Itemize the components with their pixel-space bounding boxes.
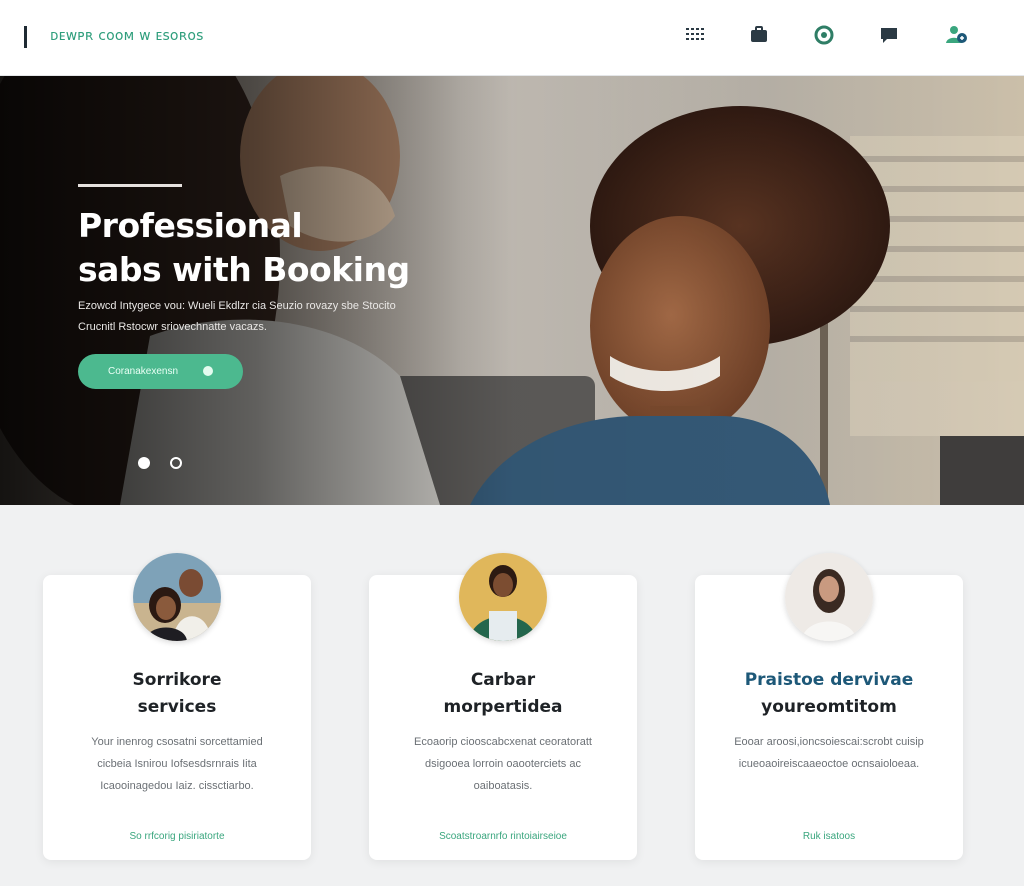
grid-menu-icon[interactable] xyxy=(682,22,708,48)
card-link[interactable]: Ruk isatoos xyxy=(695,831,963,842)
card-description: Ecoaorip ciooscabcxenat ceoratoratt dsig… xyxy=(414,736,592,792)
arrow-icon xyxy=(203,366,213,376)
site-header: ᴅᴇᴡᴘʀ ᴄᴏᴏᴍ ᴡ ᴇsᴏʀᴏs xyxy=(0,0,1024,76)
card-title-line1: Praistoe dervivae xyxy=(744,670,914,690)
settings-icon[interactable] xyxy=(811,22,837,48)
hero-title-line2: sabs with Booking xyxy=(78,250,410,289)
hero-title: Professional sabs with Booking xyxy=(78,204,410,292)
hero-banner: Professional sabs with Booking Ezowcd In… xyxy=(0,76,1024,505)
service-avatar-1 xyxy=(133,553,221,641)
card-title-line1: Sorrikore xyxy=(132,670,222,690)
hero-divider xyxy=(78,184,182,187)
card-title: Praistoe dervivae youreomtitom xyxy=(695,667,963,721)
slide-dot-2[interactable] xyxy=(170,457,182,469)
service-avatar-3 xyxy=(785,553,873,641)
hero-subtitle-line1: Ezowcd Intygece vou: Wueli Ekdlzr cia Se… xyxy=(78,300,396,312)
briefcase-icon[interactable] xyxy=(746,22,772,48)
hero-subtitle: Ezowcd Intygece vou: Wueli Ekdlzr cia Se… xyxy=(78,296,428,338)
chat-icon[interactable] xyxy=(876,22,902,48)
profile-icon[interactable] xyxy=(942,22,968,48)
hero-subtitle-line2: Crucnitl Rstocwr sriovechnatte vacazs. xyxy=(78,321,267,333)
book-now-button[interactable]: Coranakexensn xyxy=(78,354,243,389)
service-avatar-2 xyxy=(459,553,547,641)
card-title-line2: morpertidea xyxy=(443,697,563,717)
card-link[interactable]: So rrfcorig pisiriatorte xyxy=(43,831,311,842)
book-now-label: Coranakexensn xyxy=(108,366,179,377)
card-title-line2: services xyxy=(137,697,217,717)
brand-logo[interactable]: ᴅᴇᴡᴘʀ ᴄᴏᴏᴍ ᴡ ᴇsᴏʀᴏs xyxy=(50,28,204,44)
card-link[interactable]: Scoatstroarnrfo rintoiairseioe xyxy=(369,831,637,842)
brand-bar xyxy=(24,26,27,48)
card-title: Carbar morpertidea xyxy=(369,667,637,721)
card-title-line1: Carbar xyxy=(470,670,536,690)
card-title: Sorrikore services xyxy=(43,667,311,721)
card-description: Your inenrog csosatni sorcettamied cicbe… xyxy=(91,736,263,792)
slide-dot-1[interactable] xyxy=(138,457,150,469)
card-description: Eooar aroosi,ioncsoiescai:scrobt cuisip … xyxy=(734,736,924,770)
card-title-line2: youreomtitom xyxy=(761,697,897,717)
hero-title-line1: Professional xyxy=(78,206,303,245)
